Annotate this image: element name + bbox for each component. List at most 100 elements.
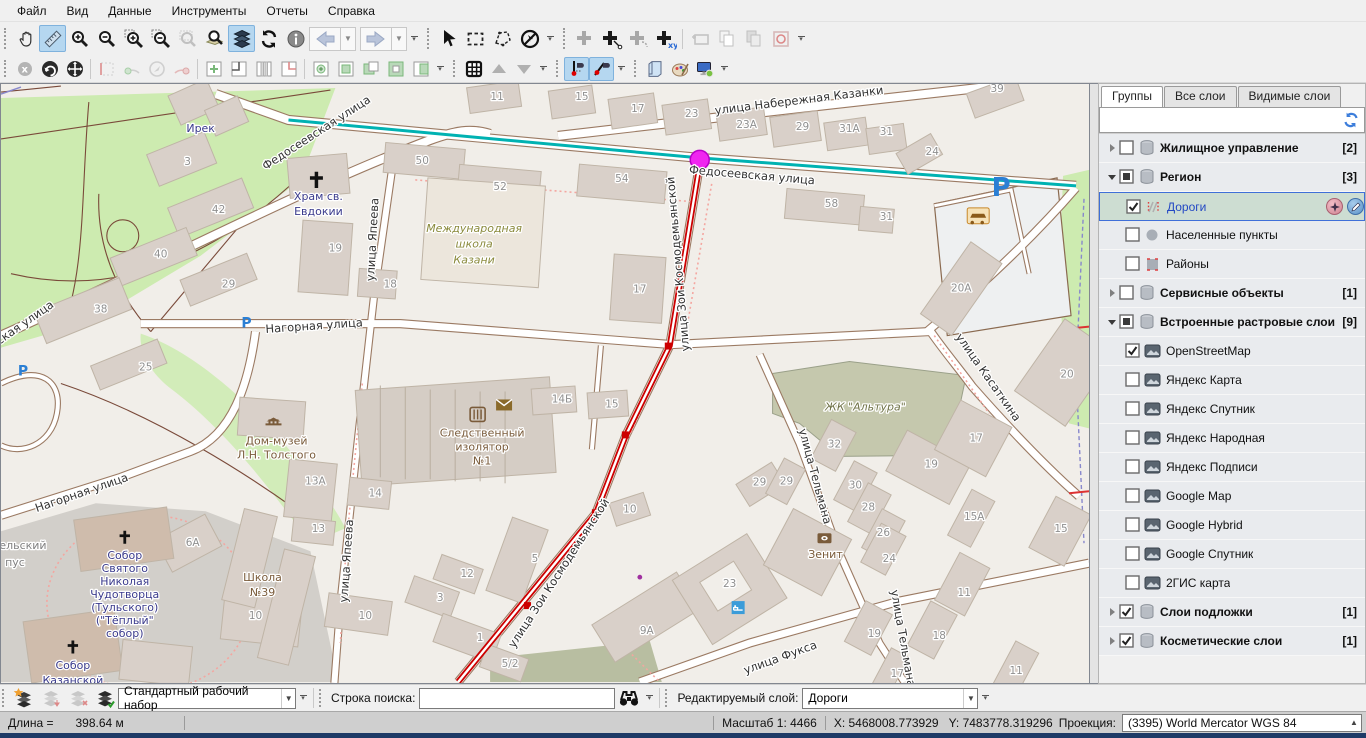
arc-remove-button[interactable] — [169, 57, 194, 81]
toolbar-grip[interactable] — [634, 60, 639, 78]
menu-data[interactable]: Данные — [99, 2, 160, 20]
combo-arrow-icon[interactable]: ▼ — [963, 689, 977, 708]
toolbar-overflow[interactable]: ▾ — [409, 36, 419, 42]
toolbar-overflow[interactable]: ▾ — [545, 36, 555, 42]
zoom-in-button[interactable] — [66, 25, 93, 52]
layer-group-raster[interactable]: Встроенные растровые слои [9] — [1099, 308, 1365, 337]
vertex-node[interactable] — [665, 343, 672, 350]
toolbar-grip[interactable] — [319, 689, 324, 707]
topo-square-add-button[interactable] — [201, 57, 226, 81]
rotate-object-button[interactable] — [37, 57, 62, 81]
projection-combo[interactable]: (3395) World Mercator WGS 84 ▲ — [1122, 714, 1362, 732]
map-panel-splitter[interactable] — [1090, 83, 1098, 684]
layer-row-yandex-people[interactable]: Яндекс Народная — [1099, 424, 1365, 453]
layer-filter-input[interactable] — [1099, 107, 1365, 133]
move-down-button[interactable] — [511, 57, 536, 81]
checkbox-unchecked[interactable] — [1119, 140, 1135, 156]
expander-icon[interactable] — [1105, 320, 1119, 325]
checkbox-unchecked[interactable] — [1125, 517, 1141, 533]
layer-row-openstreetmap[interactable]: OpenStreetMap — [1099, 337, 1365, 366]
map-canvas[interactable]: Федосеевская улицаФедосеевская улицаулиц… — [0, 83, 1090, 684]
layer-edit-button[interactable] — [1347, 198, 1364, 215]
info-tool-button[interactable] — [282, 25, 309, 52]
toolbar-grip[interactable] — [665, 689, 670, 707]
workset-apply-button[interactable] — [91, 685, 118, 712]
paste-object-button[interactable] — [740, 25, 767, 52]
select-rect-button[interactable] — [462, 25, 489, 52]
arc-add-button[interactable] — [119, 57, 144, 81]
topo-big-button[interactable] — [383, 57, 408, 81]
select-polygon-button[interactable] — [489, 25, 516, 52]
layer-style-button[interactable] — [1326, 198, 1343, 215]
checkbox-partial[interactable] — [1119, 314, 1135, 330]
checkbox-checked[interactable] — [1119, 633, 1135, 649]
export-view-button[interactable] — [692, 57, 717, 81]
layer-row-roads[interactable]: Дороги — [1099, 192, 1365, 221]
layer-group-basemap[interactable]: Слои подложки [1] — [1099, 598, 1365, 627]
add-rect-button[interactable] — [686, 25, 713, 52]
toolbar-overflow[interactable]: ▾ — [538, 66, 548, 72]
snap-node-vertical-button[interactable] — [564, 57, 589, 81]
topo-corner-button[interactable] — [226, 57, 251, 81]
topo-inner-button[interactable] — [333, 57, 358, 81]
toolbar-overflow[interactable]: ▾ — [435, 66, 445, 72]
menu-help[interactable]: Справка — [319, 2, 384, 20]
checkbox-unchecked[interactable] — [1125, 430, 1141, 446]
toolbar-grip[interactable] — [563, 28, 568, 50]
select-none-button[interactable] — [516, 25, 543, 52]
zoom-to-objects-button[interactable] — [201, 25, 228, 52]
menu-file[interactable]: Файл — [8, 2, 56, 20]
layer-row-2gis[interactable]: 2ГИС карта — [1099, 569, 1365, 598]
expander-icon[interactable] — [1105, 289, 1119, 297]
checkbox-unchecked[interactable] — [1125, 227, 1141, 243]
toolbar-grip[interactable] — [4, 60, 9, 78]
topo-circle-add-button[interactable] — [308, 57, 333, 81]
checkbox-unchecked[interactable] — [1125, 401, 1141, 417]
undo-x-button[interactable]: x — [12, 57, 37, 81]
toolbar-grip[interactable] — [453, 60, 458, 78]
checkbox-unchecked[interactable] — [1125, 488, 1141, 504]
topo-red-corner-button[interactable] — [276, 57, 301, 81]
workset-remove2-button[interactable] — [64, 685, 91, 712]
move-up-button[interactable] — [486, 57, 511, 81]
toolbar-grip[interactable] — [556, 60, 561, 78]
find-button[interactable] — [615, 685, 642, 712]
layers-visibility-button[interactable] — [228, 25, 255, 52]
add-node-button[interactable] — [598, 25, 625, 52]
menu-view[interactable]: Вид — [58, 2, 98, 20]
zoom-out-button[interactable] — [93, 25, 120, 52]
workset-star-button[interactable] — [10, 685, 37, 712]
workset-remove-button[interactable] — [37, 685, 64, 712]
nav-forward-button[interactable] — [360, 27, 392, 51]
toolbar-grip[interactable] — [2, 689, 7, 707]
toolbar-overflow[interactable]: ▾ — [980, 695, 990, 701]
pan-tool-button[interactable] — [12, 25, 39, 52]
vertex-node[interactable] — [622, 431, 629, 438]
nav-forward-dropdown[interactable]: ▼ — [392, 27, 407, 51]
move-object-button[interactable] — [62, 57, 87, 81]
notes-button[interactable] — [642, 57, 667, 81]
attribute-table-button[interactable] — [461, 57, 486, 81]
delete-object-button[interactable] — [767, 25, 794, 52]
toolbar-overflow[interactable]: ▾ — [719, 66, 729, 72]
checkbox-unchecked[interactable] — [1125, 459, 1141, 475]
checkbox-checked[interactable] — [1126, 199, 1142, 215]
expander-icon[interactable] — [1105, 175, 1119, 180]
zoom-out-rect-button[interactable] — [147, 25, 174, 52]
checkbox-unchecked[interactable] — [1119, 285, 1135, 301]
toolbar-overflow[interactable]: ▾ — [298, 695, 308, 701]
add-curve-button[interactable] — [625, 25, 652, 52]
add-xy-button[interactable]: xy — [652, 25, 679, 52]
toolbar-grip[interactable] — [4, 28, 9, 50]
expander-icon[interactable] — [1105, 608, 1119, 616]
checkbox-unchecked[interactable] — [1125, 372, 1141, 388]
refresh-map-button[interactable] — [255, 25, 282, 52]
menu-tools[interactable]: Инструменты — [163, 2, 256, 20]
checkbox-checked[interactable] — [1125, 343, 1141, 359]
tab-groups[interactable]: Группы — [1101, 86, 1163, 107]
workset-combo[interactable]: Стандартный рабочий набор ▼ — [118, 688, 296, 709]
expander-icon[interactable] — [1105, 144, 1119, 152]
layer-row-settlements[interactable]: Населенные пункты — [1099, 221, 1365, 250]
measure-tool-button[interactable] — [39, 25, 66, 52]
layer-group-service[interactable]: Сервисные объекты [1] — [1099, 279, 1365, 308]
